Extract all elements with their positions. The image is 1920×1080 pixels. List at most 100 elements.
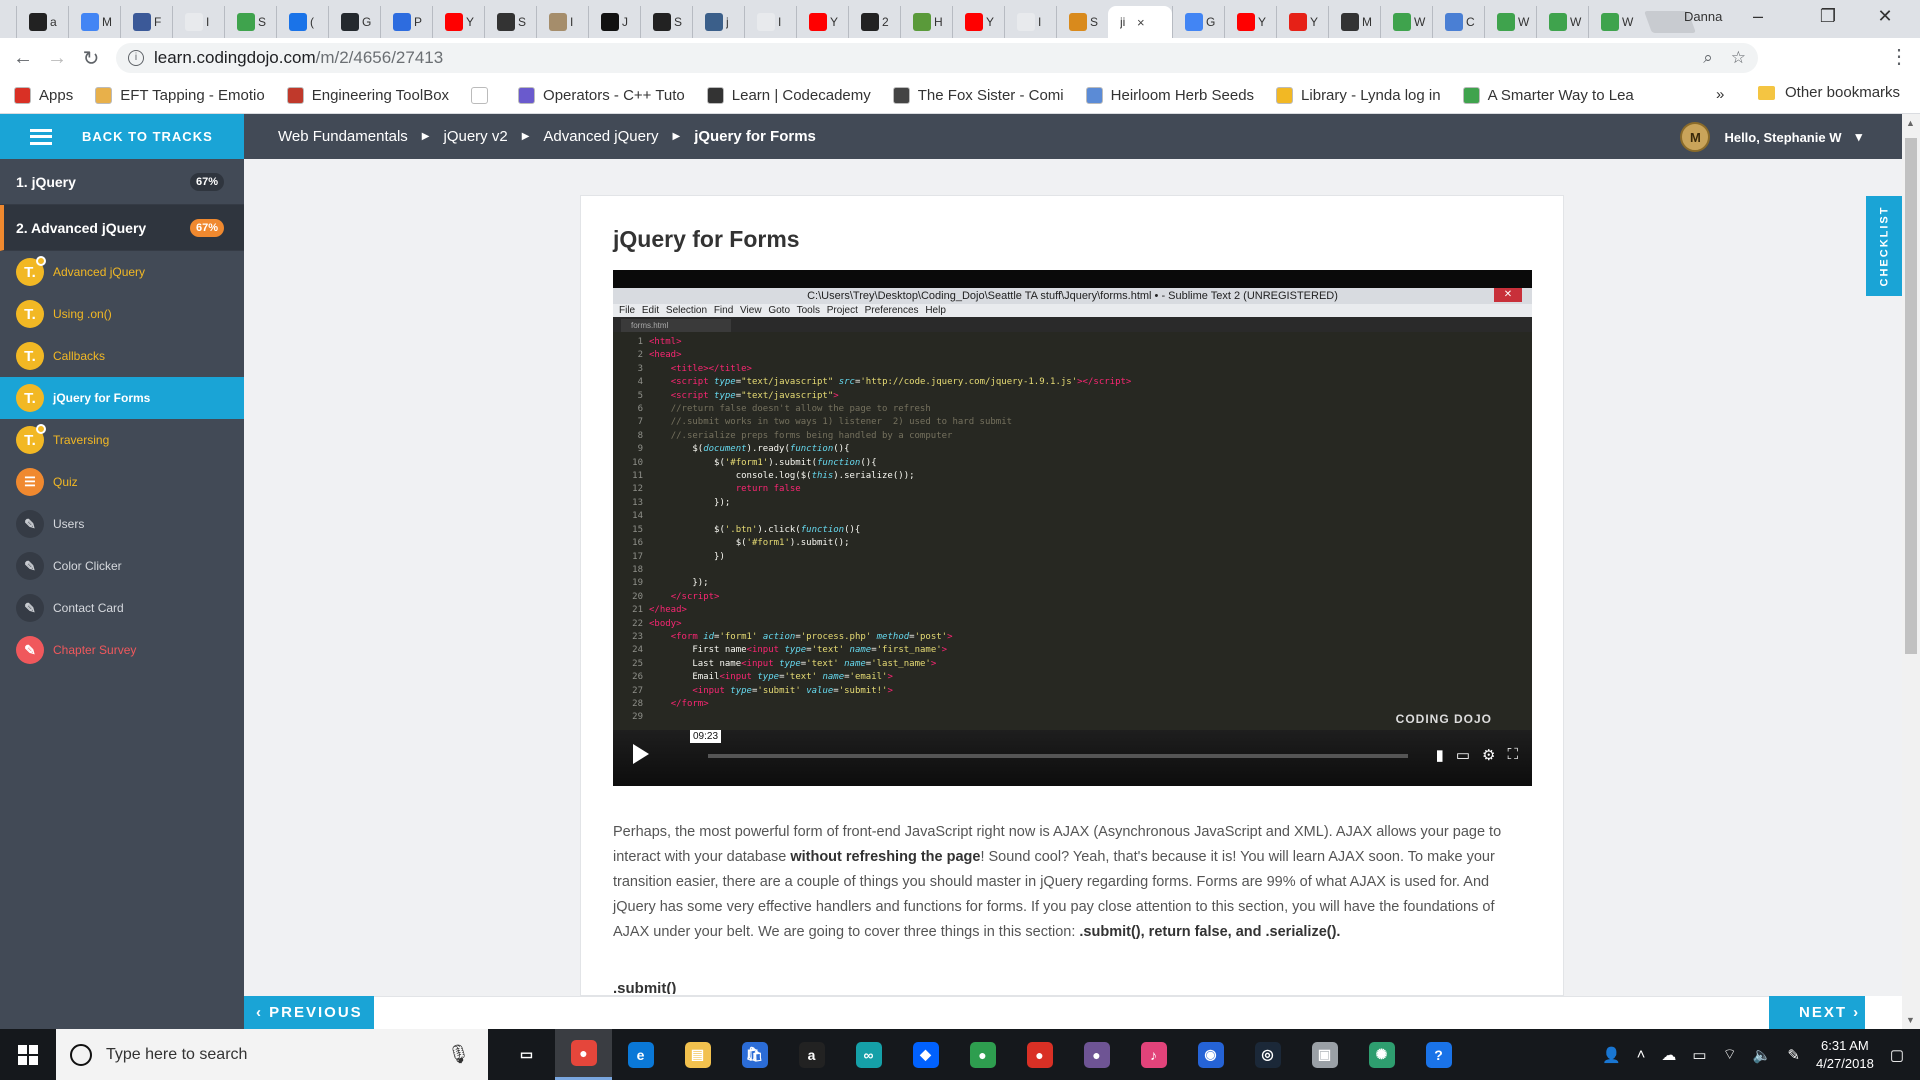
taskbar-app-github[interactable]: ●	[1068, 1029, 1125, 1080]
taskbar-search[interactable]: Type here to search 🎙	[56, 1029, 488, 1080]
browser-tab[interactable]: Y	[796, 6, 848, 38]
sidebar-lesson-item[interactable]: T. Traversing	[0, 419, 244, 461]
previous-button[interactable]: ‹ PREVIOUS	[244, 996, 374, 1029]
browser-tab[interactable]: Y	[1276, 6, 1328, 38]
breadcrumb-advanced-jquery[interactable]: Advanced jQuery	[543, 128, 658, 145]
browser-tab[interactable]: M	[68, 6, 120, 38]
start-button[interactable]	[0, 1044, 56, 1065]
taskbar-app-chrome[interactable]: ●	[555, 1029, 612, 1080]
bookmark-item[interactable]: EFT Tapping - Emotio	[95, 87, 265, 104]
bookmark-item[interactable]: Engineering ToolBox	[286, 87, 449, 104]
scroll-up-icon[interactable]: ▲	[1906, 118, 1915, 128]
browser-tab[interactable]: (	[276, 6, 328, 38]
reload-icon[interactable]: ↻	[74, 46, 108, 71]
volume-icon[interactable]: ▮	[1436, 746, 1444, 764]
people-icon[interactable]: 👤	[1602, 1046, 1621, 1064]
user-menu[interactable]: M Hello, Stephanie W ▾	[1680, 122, 1862, 152]
taskbar-app-app-green[interactable]: ●	[954, 1029, 1011, 1080]
browser-tab[interactable]: S	[640, 6, 692, 38]
browser-tab[interactable]: G	[1172, 6, 1224, 38]
browser-tab[interactable]: a	[16, 6, 68, 38]
restore-button[interactable]: ❐	[1805, 6, 1851, 27]
bookmarks-overflow-button[interactable]: »	[1716, 86, 1724, 103]
profile-name[interactable]: Danna	[1684, 9, 1722, 24]
info-icon[interactable]: i	[128, 50, 144, 66]
bookmark-item[interactable]: Apps	[14, 87, 73, 104]
breadcrumb-jquery-v2[interactable]: jQuery v2	[444, 128, 508, 145]
browser-tab[interactable]: P	[380, 6, 432, 38]
taskbar-app-edge[interactable]: e	[612, 1029, 669, 1080]
taskbar-app-arduino[interactable]: ∞	[840, 1029, 897, 1080]
browser-tab[interactable]: W	[1380, 6, 1432, 38]
browser-tab[interactable]: G	[328, 6, 380, 38]
bookmark-item[interactable]: Library - Lynda log in	[1276, 87, 1441, 104]
taskbar-app-task-view[interactable]: ▭	[498, 1029, 555, 1080]
bookmark-item[interactable]: Operators - C++ Tuto	[518, 87, 685, 104]
cloud-icon[interactable]: ☁	[1661, 1046, 1676, 1064]
video-player[interactable]: C:\Users\Trey\Desktop\Coding_Dojo\Seattl…	[613, 270, 1532, 786]
forward-arrow-icon[interactable]: →	[40, 47, 74, 70]
hamburger-icon[interactable]	[30, 128, 52, 145]
sidebar-lesson-item[interactable]: T. Using .on()	[0, 293, 244, 335]
browser-tab[interactable]: Y	[1224, 6, 1276, 38]
breadcrumb-web-fundamentals[interactable]: Web Fundamentals	[278, 128, 408, 145]
taskbar-app-itunes[interactable]: ♪	[1125, 1029, 1182, 1080]
browser-tab[interactable]: H	[900, 6, 952, 38]
fullscreen-icon[interactable]: ⛶	[1507, 746, 1518, 764]
taskbar-app-app-red[interactable]: ●	[1011, 1029, 1068, 1080]
other-bookmarks[interactable]: Other bookmarks	[1758, 84, 1900, 101]
video-progress-bar[interactable]	[708, 754, 1408, 758]
sidebar-lesson-item[interactable]: ✎ Color Clicker	[0, 545, 244, 587]
scroll-down-icon[interactable]: ▼	[1906, 1015, 1915, 1025]
browser-tab[interactable]: J	[588, 6, 640, 38]
sidebar-lesson-item[interactable]: T. jQuery for Forms	[0, 377, 244, 419]
sidebar-lesson-item[interactable]: ✎ Chapter Survey	[0, 629, 244, 671]
browser-tab[interactable]: C	[1432, 6, 1484, 38]
sidebar-track-advanced-jquery[interactable]: 2. Advanced jQuery 67%	[0, 205, 244, 251]
sidebar-lesson-item[interactable]: T. Callbacks	[0, 335, 244, 377]
checklist-tab[interactable]: CHECKLIST	[1866, 196, 1902, 296]
sidebar-lesson-item[interactable]: ☰ Quiz	[0, 461, 244, 503]
taskbar-app-file-explorer[interactable]: ▤	[669, 1029, 726, 1080]
bookmark-item[interactable]: Learn | Codecademy	[706, 87, 871, 104]
browser-tab[interactable]: S	[484, 6, 536, 38]
browser-tab[interactable]: W	[1588, 6, 1640, 38]
browser-tab[interactable]: Y	[952, 6, 1004, 38]
browser-tab[interactable]: 2	[848, 6, 900, 38]
menu-kebab-icon[interactable]: ⋮	[1882, 44, 1916, 69]
browser-tab[interactable]: W	[1484, 6, 1536, 38]
minimize-button[interactable]: –	[1735, 6, 1781, 27]
volume-icon[interactable]: 🔈	[1753, 1046, 1772, 1064]
play-icon[interactable]	[633, 744, 649, 764]
bookmark-item[interactable]	[471, 87, 496, 104]
show-hidden-icons-chevron-icon[interactable]: ˄	[1637, 1046, 1646, 1063]
taskbar-app-store[interactable]: 🛍	[726, 1029, 783, 1080]
browser-tab[interactable]: S	[1056, 6, 1108, 38]
page-scrollbar[interactable]: ▲ ▼	[1902, 114, 1920, 1029]
notifications-icon[interactable]: ▢	[1890, 1046, 1904, 1064]
address-bar[interactable]: i learn.codingdojo.com/m/2/4656/27413 ⌕ …	[116, 43, 1758, 73]
captions-icon[interactable]: ▭	[1456, 746, 1470, 764]
sidebar-lesson-item[interactable]: ✎ Users	[0, 503, 244, 545]
tab-close-icon[interactable]: ×	[1137, 15, 1145, 30]
close-window-button[interactable]: ✕	[1862, 6, 1908, 27]
taskbar-app-amazon[interactable]: a	[783, 1029, 840, 1080]
next-button[interactable]: NEXT ›	[1769, 996, 1865, 1029]
browser-tab[interactable]: I	[744, 6, 796, 38]
browser-tab[interactable]: I	[172, 6, 224, 38]
browser-tab[interactable]: W	[1536, 6, 1588, 38]
browser-tab[interactable]: I	[1004, 6, 1056, 38]
bookmark-item[interactable]: Heirloom Herb Seeds	[1085, 87, 1254, 104]
taskbar-app-steam[interactable]: ◎	[1239, 1029, 1296, 1080]
taskbar-app-dropbox[interactable]: ◆	[897, 1029, 954, 1080]
zoom-search-icon[interactable]: ⌕	[1703, 48, 1713, 68]
back-arrow-icon[interactable]: ←	[6, 47, 40, 70]
sidebar-track-jquery[interactable]: 1. jQuery 67%	[0, 159, 244, 205]
pen-icon[interactable]: ✎	[1787, 1046, 1800, 1064]
browser-tab[interactable]: I	[536, 6, 588, 38]
taskbar-app-help[interactable]: ?	[1410, 1029, 1467, 1080]
browser-tab[interactable]: M	[1328, 6, 1380, 38]
bookmark-star-icon[interactable]: ☆	[1731, 48, 1746, 68]
active-browser-tab[interactable]: ji ×	[1108, 6, 1172, 38]
taskbar-app-app-gray[interactable]: ▣	[1296, 1029, 1353, 1080]
